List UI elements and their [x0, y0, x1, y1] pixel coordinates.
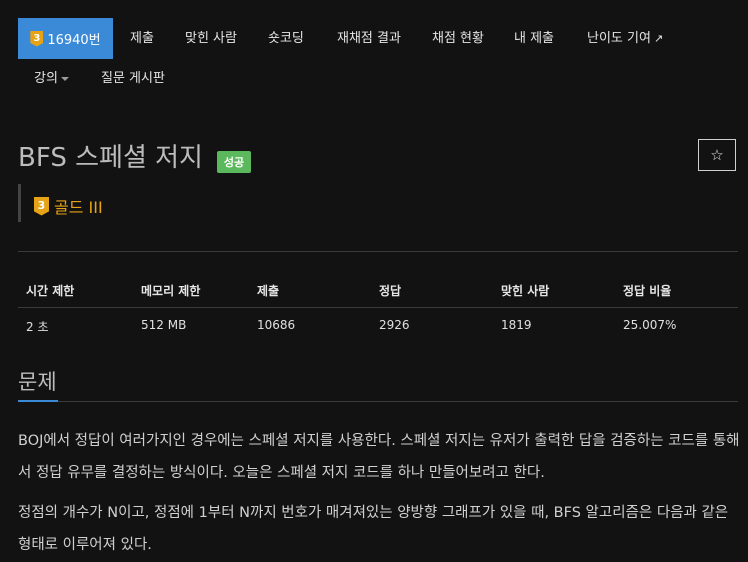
- status-badge: 성공: [217, 151, 251, 173]
- table-header-divider: [18, 307, 738, 308]
- nav-difficulty-contribution[interactable]: 난이도 기여 ↗: [587, 31, 663, 47]
- header-time-limit: 시간 제한: [26, 284, 75, 298]
- gold-tier-icon: 3: [34, 196, 49, 216]
- header-solved-users: 맞힌 사람: [501, 284, 550, 298]
- problem-tier[interactable]: 3 골드 III: [34, 194, 103, 218]
- external-link-icon: ↗: [653, 32, 664, 45]
- nav-short-coding[interactable]: 숏코딩: [268, 31, 304, 47]
- header-memory-limit: 메모리 제한: [141, 284, 201, 298]
- section-title: 문제: [18, 370, 57, 394]
- header-accepted: 정답: [379, 284, 402, 298]
- section-underline: [18, 400, 58, 402]
- section-divider: [18, 401, 738, 402]
- nav-judge-status[interactable]: 채점 현황: [432, 31, 484, 47]
- cell-solved-users: 1819: [501, 318, 532, 332]
- nav-my-submissions[interactable]: 내 제출: [514, 31, 554, 47]
- header-submissions: 제출: [257, 284, 280, 298]
- header-accept-ratio: 정답 비율: [623, 284, 672, 298]
- problem-number-label: 16940번: [47, 33, 101, 48]
- problem-title: BFS 스페셜 저지: [18, 143, 203, 173]
- lectures-label: 강의: [34, 71, 58, 86]
- nav-problem-number[interactable]: 3 16940번: [18, 18, 113, 59]
- nav-qna-board[interactable]: 질문 게시판: [101, 71, 165, 87]
- nav-solved-users[interactable]: 맞힌 사람: [185, 31, 237, 47]
- gold-tier-icon: 3: [30, 30, 44, 47]
- tier-label: 골드 III: [54, 198, 103, 217]
- difficulty-contribution-label: 난이도 기여: [587, 31, 651, 46]
- nav-rejudge-result[interactable]: 재채점 결과: [337, 31, 401, 47]
- divider: [18, 251, 738, 252]
- problem-paragraph: BOJ에서 정답이 여러가지인 경우에는 스페셜 저지를 사용한다. 스페셜 저…: [18, 433, 740, 481]
- nav-submit[interactable]: 제출: [130, 31, 154, 47]
- cell-accept-ratio: 25.007%: [623, 318, 677, 332]
- cell-time-limit: 2 초: [26, 320, 49, 334]
- nav-lectures-dropdown[interactable]: 강의: [34, 71, 69, 87]
- cell-memory-limit: 512 MB: [141, 318, 187, 332]
- favorite-star-button[interactable]: ☆: [698, 139, 736, 171]
- star-icon: ☆: [710, 146, 724, 164]
- caret-down-icon: [60, 76, 69, 81]
- problem-paragraph: 정점의 개수가 N이고, 정점에 1부터 N까지 번호가 매겨져있는 양방향 그…: [18, 505, 729, 553]
- cell-submissions: 10686: [257, 318, 296, 332]
- tier-divider: [18, 184, 21, 222]
- cell-accepted: 2926: [379, 318, 410, 332]
